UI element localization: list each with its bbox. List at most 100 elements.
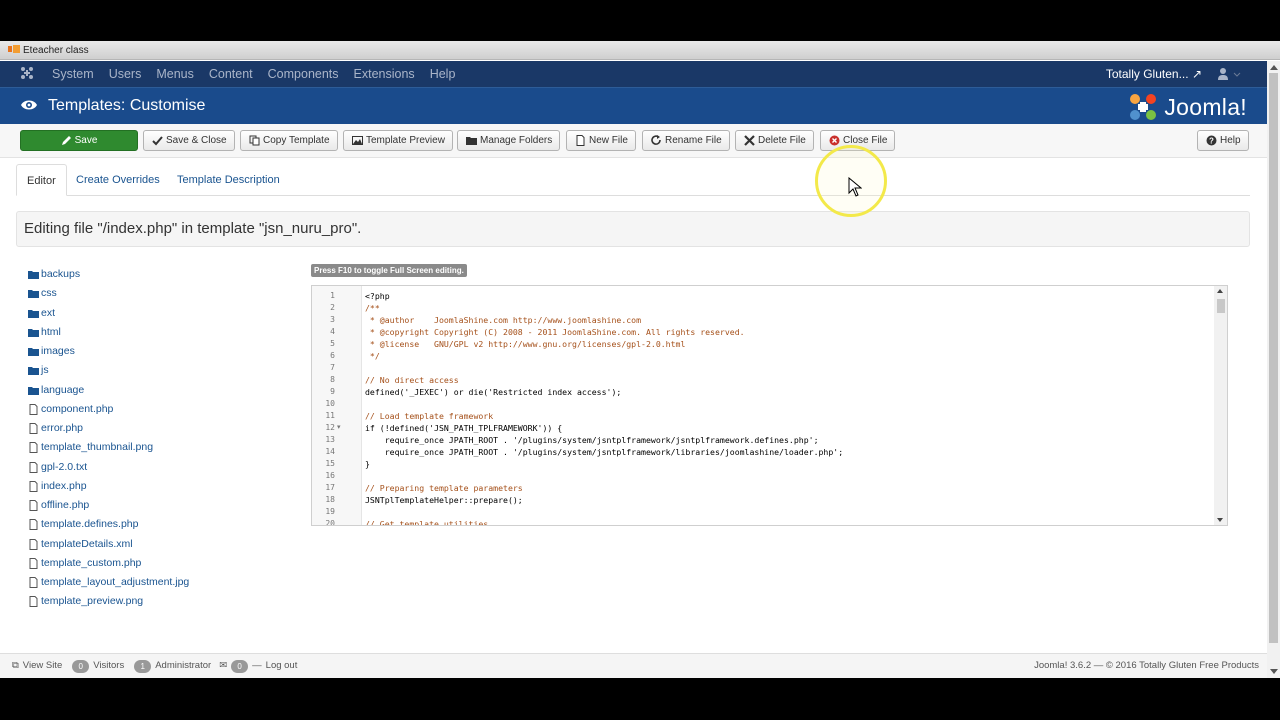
file-label: template_preview.png xyxy=(41,595,144,608)
visitors-badge: 0 xyxy=(72,659,90,673)
tab-create-overrides[interactable]: Create Overrides xyxy=(66,164,170,196)
delete-icon xyxy=(744,135,755,146)
delete-file-button[interactable]: Delete File xyxy=(735,130,814,151)
external-link-icon: ↗ xyxy=(1191,67,1202,81)
file-label: template.defines.php xyxy=(41,518,139,531)
folder-item[interactable]: images xyxy=(28,342,189,361)
manage-folders-button[interactable]: Manage Folders xyxy=(457,130,561,151)
menu-content[interactable]: Content xyxy=(209,61,253,87)
folder-label: js xyxy=(41,364,49,377)
menu-users[interactable]: Users xyxy=(109,61,142,87)
line-number: 16 xyxy=(325,471,335,480)
joomla-logo: Joomla! xyxy=(1128,92,1247,122)
line-number: 6 xyxy=(330,351,335,360)
file-item[interactable]: template_layout_adjustment.jpg xyxy=(28,573,189,592)
site-link[interactable]: Totally Gluten... ↗ xyxy=(1106,61,1202,87)
page-header: Templates: Customise Joomla! xyxy=(0,87,1267,124)
fold-arrow-icon[interactable]: ▾ xyxy=(337,422,341,434)
folder-item[interactable]: css xyxy=(28,284,189,303)
file-item[interactable]: gpl-2.0.txt xyxy=(28,458,189,477)
folder-item[interactable]: html xyxy=(28,323,189,342)
line-number: 2 xyxy=(330,303,335,312)
folder-icon xyxy=(28,328,39,337)
file-item[interactable]: error.php xyxy=(28,419,189,438)
editor-scroll-thumb[interactable] xyxy=(1217,299,1225,313)
fullscreen-hint: Press F10 to toggle Full Screen editing. xyxy=(311,264,467,277)
page-scroll-down-icon[interactable] xyxy=(1270,669,1278,674)
menu-components[interactable]: Components xyxy=(268,61,339,87)
folder-icon xyxy=(466,137,477,145)
folder-item[interactable]: language xyxy=(28,381,189,400)
minus-icon: — xyxy=(252,660,262,671)
folder-label: images xyxy=(41,345,75,357)
template-preview-label: Template Preview xyxy=(366,135,445,146)
folder-icon xyxy=(28,386,39,395)
file-icon xyxy=(29,596,38,608)
site-name: Totally Gluten... xyxy=(1105,67,1189,81)
file-item[interactable]: index.php xyxy=(28,477,189,496)
file-label: template_thumbnail.png xyxy=(41,441,154,454)
file-item[interactable]: templateDetails.xml xyxy=(28,535,189,554)
folder-label: backups xyxy=(41,268,81,280)
line-number: 9 xyxy=(330,387,335,396)
code-line: /** xyxy=(365,303,380,313)
file-item[interactable]: template_thumbnail.png xyxy=(28,438,189,457)
file-item[interactable]: offline.php xyxy=(28,496,189,515)
folder-label: css xyxy=(41,287,57,300)
file-item[interactable]: template_custom.php xyxy=(28,554,189,573)
browser-window: Eteacher class System Users Menus Conten… xyxy=(0,41,1280,678)
line-number: 8 xyxy=(330,375,335,384)
folder-item[interactable]: ext xyxy=(28,304,189,323)
file-icon xyxy=(29,442,38,454)
file-item[interactable]: template.defines.php xyxy=(28,515,189,534)
folder-icon xyxy=(28,348,39,356)
line-number: 7 xyxy=(330,363,335,372)
cancel-icon xyxy=(829,135,840,146)
folder-label: ext xyxy=(41,306,56,319)
copy-template-button[interactable]: Copy Template xyxy=(240,130,338,151)
help-button[interactable]: ? Help xyxy=(1197,130,1249,151)
menu-system[interactable]: System xyxy=(52,61,94,87)
joomla-menu-icon[interactable] xyxy=(20,66,34,80)
line-number: 1 xyxy=(330,291,335,300)
save-close-button[interactable]: Save & Close xyxy=(143,130,235,151)
check-icon xyxy=(152,136,163,146)
editor-scrollbar[interactable] xyxy=(1214,286,1227,525)
rename-file-button[interactable]: Rename File xyxy=(642,130,730,151)
code-editor[interactable]: 1 2 3 4 5 6 7 8 9 10 11 12 ▾ 13 14 15 16 17 18 19 20 <?php/*… xyxy=(311,285,1228,526)
page-scrollbar[interactable] xyxy=(1267,61,1280,678)
line-number: 10 xyxy=(325,399,335,408)
page-scroll-up-icon[interactable] xyxy=(1270,65,1278,70)
eye-icon xyxy=(21,100,37,110)
file-label: index.php xyxy=(41,479,87,492)
folder-label: language xyxy=(41,383,85,396)
status-left: ⧉ View Site 0 Visitors 1 Administrator ✉… xyxy=(12,654,297,678)
logout-link[interactable]: Log out xyxy=(266,654,298,678)
menu-help[interactable]: Help xyxy=(430,61,456,87)
scroll-up-icon[interactable] xyxy=(1217,289,1223,293)
brand-name: Joomla! xyxy=(1164,93,1247,120)
scroll-down-icon[interactable] xyxy=(1217,518,1223,522)
view-site-link[interactable]: View Site xyxy=(23,654,62,678)
file-item[interactable]: template_preview.png xyxy=(28,592,189,611)
admin-badge: 1 xyxy=(134,659,152,673)
folder-item[interactable]: backups xyxy=(28,265,189,284)
folder-label: html xyxy=(41,325,61,338)
file-item[interactable]: component.php xyxy=(28,400,189,419)
code-line: // Load template framework xyxy=(365,411,494,421)
tab-template-description[interactable]: Template Description xyxy=(167,164,290,196)
template-preview-button[interactable]: Template Preview xyxy=(343,130,453,151)
tab-editor[interactable]: Editor xyxy=(16,164,67,196)
help-icon: ? xyxy=(1206,135,1217,146)
folder-item[interactable]: js xyxy=(28,361,189,380)
menu-extensions[interactable]: Extensions xyxy=(354,61,415,87)
file-label: component.php xyxy=(41,402,114,415)
user-menu-icon[interactable] xyxy=(1217,67,1243,81)
save-button[interactable]: Save xyxy=(20,130,138,151)
folder-icon xyxy=(28,271,39,279)
menu-menus[interactable]: Menus xyxy=(156,61,194,87)
top-navbar: System Users Menus Content Components Ex… xyxy=(0,61,1267,87)
folder-icon xyxy=(28,290,39,299)
new-file-button[interactable]: New File xyxy=(566,130,636,151)
page-scroll-thumb[interactable] xyxy=(1269,73,1278,643)
